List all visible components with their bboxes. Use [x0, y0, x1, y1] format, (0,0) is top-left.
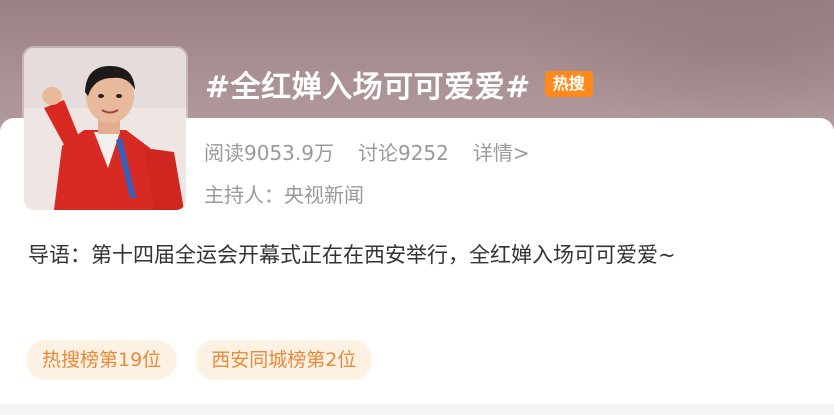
- topic-title-row: #全红婵入场可可爱爱# 热搜: [205, 62, 593, 106]
- avatar-photo-icon: [24, 48, 186, 210]
- topic-host: 主持人：央视新闻: [204, 183, 364, 207]
- hot-search-rank-tag[interactable]: 热搜榜第19位: [26, 340, 178, 380]
- section-divider: [0, 404, 834, 415]
- topic-stats: 阅读9053.9万 讨论9252 详情>: [204, 137, 530, 166]
- discussion-count: 讨论9252: [357, 141, 449, 165]
- read-count: 阅读9053.9万: [204, 141, 334, 165]
- city-rank-tag[interactable]: 西安同城榜第2位: [195, 340, 373, 380]
- topic-intro: 导语：第十四届全运会开幕式正在在西安举行，全红婵入场可可爱爱~: [28, 243, 676, 267]
- topic-title: #全红婵入场可可爱爱#: [205, 70, 531, 105]
- topic-avatar[interactable]: [24, 48, 186, 210]
- ranking-tags: 热搜榜第19位 西安同城榜第2位: [26, 340, 373, 380]
- hot-badge: 热搜: [544, 71, 593, 97]
- details-link[interactable]: 详情>: [473, 137, 530, 166]
